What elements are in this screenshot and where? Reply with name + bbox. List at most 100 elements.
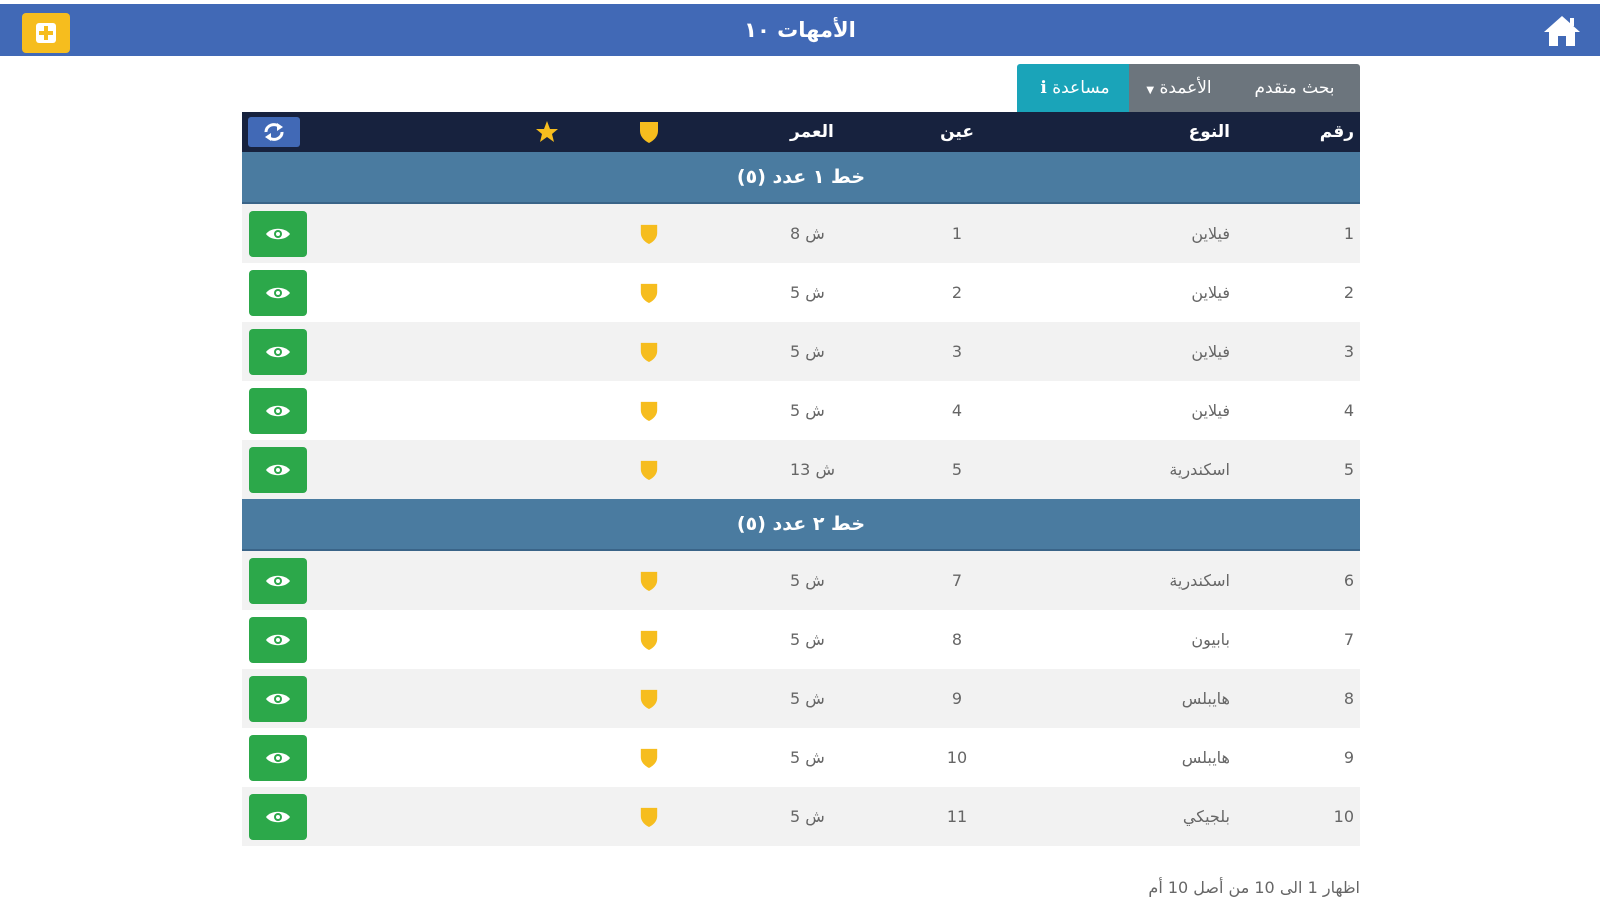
type-cell: بلجيكي [1182,807,1230,826]
age-cell: 5 ش [790,342,825,361]
shield-cell [634,204,664,263]
view-button[interactable] [249,676,307,722]
refresh-button[interactable] [248,117,300,147]
view-button[interactable] [249,270,307,316]
eye-icon [266,634,290,646]
number-cell: 1 [1343,224,1354,243]
columns-label: الأعمدة [1159,78,1212,98]
type-cell: اسكندرية [1169,571,1230,590]
eye-cell: 10 [946,748,968,767]
number-cell: 8 [1343,689,1354,708]
group-2: خط ٢ عدد (٥) 5 ش 7 اسكندرية 6 5 ش 8 بابي… [242,499,1360,846]
group-row[interactable]: خط ٢ عدد (٥) [242,499,1360,551]
eye-cell: 11 [946,807,968,826]
age-cell: 5 ش [790,689,825,708]
view-button[interactable] [249,735,307,781]
shield-cell [634,669,664,728]
age-cell: 5 ش [790,401,825,420]
group-row[interactable]: خط ١ عدد (٥) [242,152,1360,204]
columns-dropdown[interactable]: ▼ الأعمدة [1129,64,1229,112]
eye-cell: 5 [951,460,963,479]
app-header: الأمهات ١٠ [0,4,1600,56]
shield-cell [634,440,664,499]
number-cell: 5 [1343,460,1354,479]
number-cell: 2 [1343,283,1354,302]
number-cell: 3 [1343,342,1354,361]
table-toolbar: ℹ مساعدة ▼ الأعمدة بحث متقدم [1017,64,1360,112]
info-icon: ℹ [1040,78,1047,98]
table-row: 5 ش 9 هايبلس 8 [242,669,1360,728]
shield-icon [640,342,658,362]
table-row: 5 ش 11 بلجيكي 10 [242,787,1360,846]
table-row: 5 ش 2 فيلاين 2 [242,263,1360,322]
number-column-header[interactable]: رقم [1320,112,1354,152]
shield-icon [640,807,658,827]
number-cell: 4 [1343,401,1354,420]
shield-icon [640,748,658,768]
type-cell: بابيون [1191,630,1230,649]
view-button[interactable] [249,794,307,840]
eye-icon [266,346,290,358]
age-cell: 13 ش [790,460,835,479]
eye-cell: 8 [951,630,963,649]
age-cell: 8 ش [790,224,825,243]
eye-icon [266,228,290,240]
type-column-header[interactable]: النوع [1189,112,1230,152]
table-row: 5 ش 7 اسكندرية 6 [242,551,1360,610]
shield-cell [634,728,664,787]
shield-icon [640,460,658,480]
shield-icon [640,401,658,421]
age-cell: 5 ش [790,630,825,649]
shield-cell [634,263,664,322]
eye-cell: 1 [951,224,963,243]
age-cell: 5 ش [790,283,825,302]
data-table: العمر عين النوع رقم خط ١ عدد (٥) 8 ش 1 ف… [242,112,1360,846]
chevron-down-icon: ▼ [1146,85,1155,96]
shield-icon [640,689,658,709]
shield-icon [640,571,658,591]
shield-icon [640,283,658,303]
type-cell: اسكندرية [1169,460,1230,479]
shield-cell [634,610,664,669]
group-1: خط ١ عدد (٥) 8 ش 1 فيلاين 1 5 ش 2 فيلاين… [242,152,1360,499]
age-column-header[interactable]: العمر [790,112,834,152]
eye-icon [266,811,290,823]
eye-icon [266,693,290,705]
help-label: مساعدة [1052,78,1110,98]
home-button[interactable] [1540,12,1584,50]
table-row: 8 ش 1 فيلاين 1 [242,204,1360,263]
eye-cell: 3 [951,342,963,361]
favorite-column-header[interactable] [532,112,562,152]
refresh-icon [264,123,284,141]
eye-cell: 2 [951,283,963,302]
table-row: 5 ش 3 فيلاين 3 [242,322,1360,381]
help-button[interactable]: ℹ مساعدة [1017,64,1129,112]
page-title: الأمهات ١٠ [744,18,856,42]
type-cell: فيلاين [1191,283,1230,302]
type-cell: هايبلس [1181,748,1230,767]
pagination-info: اظهار 1 الى 10 من أصل 10 أم [1148,878,1360,897]
shield-cell [634,381,664,440]
eye-icon [266,575,290,587]
shield-column-header[interactable] [634,112,664,152]
view-button[interactable] [249,329,307,375]
age-cell: 5 ش [790,748,825,767]
advanced-search-button[interactable]: بحث متقدم [1229,64,1360,112]
table-row: 13 ش 5 اسكندرية 5 [242,440,1360,499]
star-icon [536,121,558,142]
number-cell: 9 [1343,748,1354,767]
view-button[interactable] [249,558,307,604]
eye-icon [266,752,290,764]
shield-cell [634,551,664,610]
shield-cell [634,787,664,846]
shield-icon [640,630,658,650]
advanced-search-label: بحث متقدم [1254,78,1335,98]
shield-icon [640,224,658,244]
view-button[interactable] [249,211,307,257]
table-row: 5 ش 8 بابيون 7 [242,610,1360,669]
view-button[interactable] [249,388,307,434]
eye-column-header[interactable]: عين [940,112,974,152]
view-button[interactable] [249,617,307,663]
view-button[interactable] [249,447,307,493]
eye-icon [266,405,290,417]
